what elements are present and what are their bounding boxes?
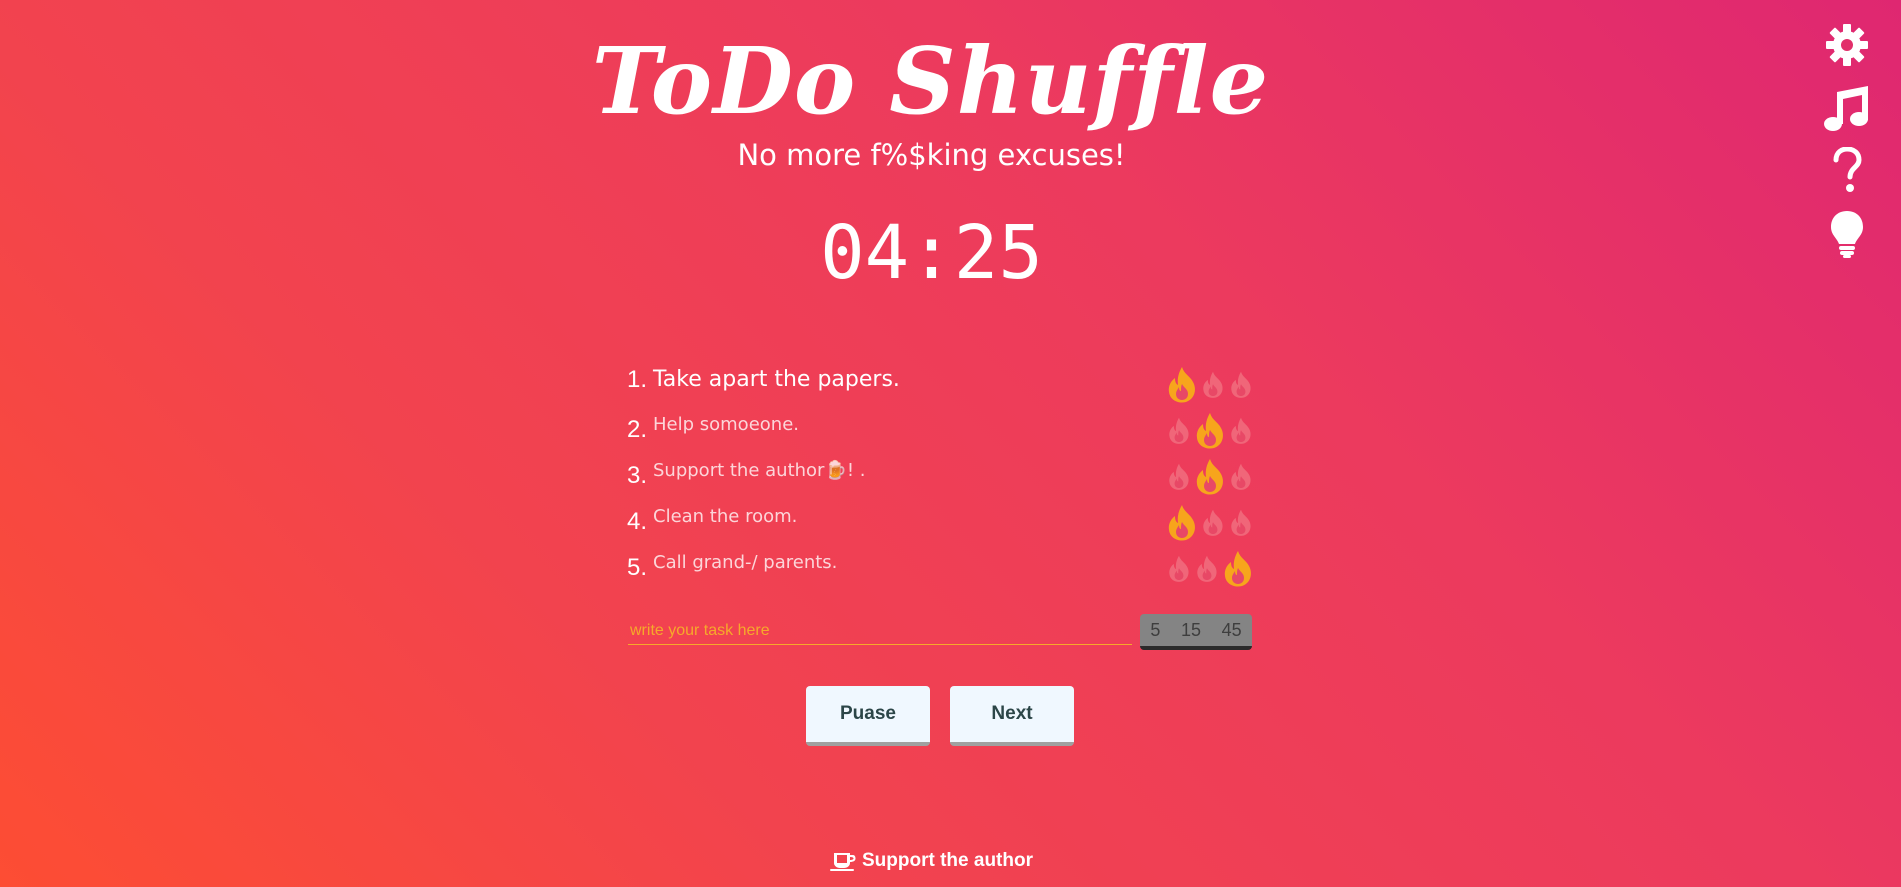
duration-option-5[interactable]: 5	[1148, 620, 1162, 641]
flame-inactive-icon[interactable]	[1166, 462, 1192, 492]
task-text: Take apart the papers.	[653, 367, 900, 392]
task-text: Support the author🍺! .	[653, 460, 866, 481]
flame-active-icon[interactable]	[1222, 550, 1254, 588]
flame-inactive-icon[interactable]	[1228, 416, 1254, 446]
task-number: 3.	[627, 462, 648, 489]
task-item[interactable]: 3. Support the author🍺! .	[626, 456, 1254, 502]
task-text: Call grand-/ parents.	[653, 552, 838, 573]
flame-active-icon[interactable]	[1194, 458, 1226, 496]
flame-inactive-icon[interactable]	[1200, 370, 1226, 400]
flame-active-icon[interactable]	[1194, 412, 1226, 450]
task-list: 1. Take apart the papers. 2. Help somoeo…	[626, 364, 1254, 594]
task-number: 1.	[627, 366, 648, 393]
task-number: 2.	[627, 416, 648, 443]
difficulty-flames	[1166, 458, 1254, 496]
support-author-link[interactable]: Support the author	[830, 850, 1033, 872]
flame-active-icon[interactable]	[1166, 366, 1198, 404]
duration-option-45[interactable]: 45	[1220, 620, 1244, 641]
flame-inactive-icon[interactable]	[1228, 508, 1254, 538]
flame-active-icon[interactable]	[1166, 504, 1198, 542]
flame-inactive-icon[interactable]	[1194, 554, 1220, 584]
flame-inactive-icon[interactable]	[1228, 462, 1254, 492]
duration-option-15[interactable]: 15	[1179, 620, 1203, 641]
task-item[interactable]: 4. Clean the room.	[626, 502, 1254, 548]
lightbulb-icon[interactable]	[1822, 209, 1872, 259]
flame-inactive-icon[interactable]	[1228, 370, 1254, 400]
difficulty-flames	[1166, 550, 1254, 588]
new-task-input[interactable]	[628, 618, 1132, 645]
control-buttons: Puase Next	[806, 686, 1094, 746]
task-item[interactable]: 5. Call grand-/ parents.	[626, 548, 1254, 594]
task-item[interactable]: 1. Take apart the papers.	[626, 364, 1254, 410]
footer: Support the author	[0, 850, 1901, 875]
duration-selector: 5 15 45	[1140, 614, 1252, 650]
flame-inactive-icon[interactable]	[1200, 508, 1226, 538]
new-task-row: 5 15 45	[628, 614, 1254, 650]
pause-button[interactable]: Puase	[806, 686, 930, 746]
question-icon[interactable]	[1822, 146, 1872, 196]
difficulty-flames	[1166, 504, 1254, 542]
side-menu	[1819, 20, 1875, 272]
task-text: Help somoeone.	[653, 414, 799, 435]
music-icon[interactable]	[1822, 83, 1872, 133]
task-number: 4.	[627, 508, 648, 535]
app-title: ToDo Shuffle	[591, 27, 1270, 135]
gear-icon[interactable]	[1822, 20, 1872, 70]
countdown-timer: 04:25	[820, 210, 1043, 296]
app-subtitle: No more f%$king excuses!	[737, 138, 1126, 172]
difficulty-flames	[1166, 412, 1254, 450]
task-number: 5.	[627, 554, 648, 581]
next-button[interactable]: Next	[950, 686, 1074, 746]
flame-inactive-icon[interactable]	[1166, 554, 1192, 584]
difficulty-flames	[1166, 366, 1254, 404]
coffee-cup-icon	[830, 851, 856, 871]
task-item[interactable]: 2. Help somoeone.	[626, 410, 1254, 456]
support-author-label: Support the author	[862, 850, 1033, 871]
header: ToDo Shuffle No more f%$king excuses!	[0, 26, 1901, 172]
task-text: Clean the room.	[653, 506, 798, 527]
flame-inactive-icon[interactable]	[1166, 416, 1192, 446]
